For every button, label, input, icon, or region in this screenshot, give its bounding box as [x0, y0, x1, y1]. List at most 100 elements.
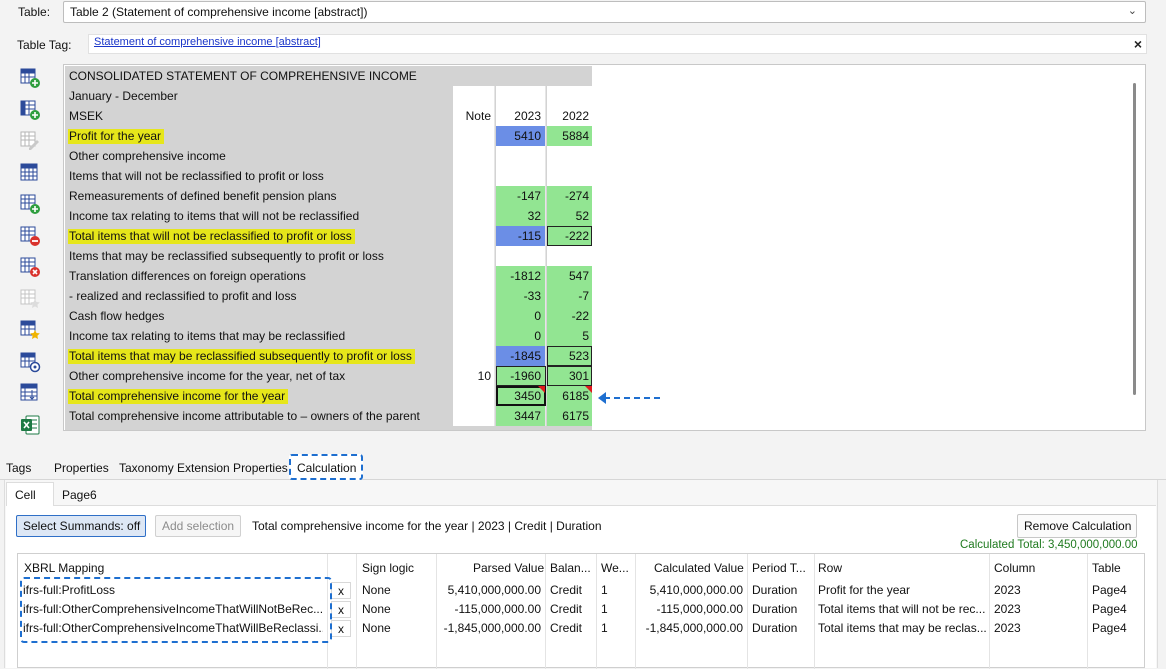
grid-cell-y2023[interactable] — [496, 246, 546, 266]
grid-cell-y2023[interactable]: -33 — [496, 286, 546, 306]
grid-cell-y2022[interactable]: -274 — [547, 186, 592, 206]
select-summands-button[interactable]: Select Summands: off — [16, 515, 146, 537]
column-header-column[interactable]: Column — [994, 561, 1035, 575]
grid-cell-y2022[interactable] — [547, 166, 592, 186]
grid-row-label[interactable]: Income tax relating to items that will n… — [69, 209, 359, 223]
remove-calculation-button[interactable]: Remove Calculation — [1017, 514, 1137, 538]
grid-cell-y2023[interactable]: 0 — [496, 326, 546, 346]
vertical-scrollbar[interactable] — [1133, 83, 1136, 395]
table-insert-icon[interactable] — [18, 192, 42, 216]
grid-cell-y2022[interactable] — [547, 146, 592, 166]
column-header-sign-logic[interactable]: Sign logic — [362, 561, 414, 575]
column-header-period-type[interactable]: Period T... — [752, 561, 806, 575]
tab-calculation[interactable]: Calculation — [289, 454, 363, 480]
grid-cell-y2023[interactable]: -1845 — [496, 346, 546, 366]
grid-row-label[interactable]: Other comprehensive income — [69, 149, 226, 163]
grid-row-label[interactable]: Items that will not be reclassified to p… — [69, 169, 324, 183]
grid-row-label[interactable]: Total items that will not be reclassifie… — [68, 229, 355, 244]
grid-cell-y2023[interactable]: 0 — [496, 306, 546, 326]
grid-cell-y2023[interactable]: -1960 — [496, 366, 546, 386]
grid-cell-y2023[interactable]: 3447 — [496, 406, 546, 426]
column-header-table[interactable]: Table — [1092, 561, 1121, 575]
table-sort-icon[interactable] — [18, 381, 42, 405]
grid-cell-y2022[interactable] — [547, 246, 592, 266]
grid-row-label[interactable]: Total items that may be reclassified sub… — [68, 349, 415, 364]
grid-row-label[interactable]: Income tax relating to items that may be… — [69, 329, 345, 343]
column-header-row[interactable]: Row — [818, 561, 842, 575]
remove-mapping-button[interactable]: x — [331, 601, 351, 618]
grid-row-label[interactable]: Remeasurements of defined benefit pensio… — [69, 189, 337, 203]
grid-cell-note[interactable] — [453, 146, 495, 166]
grid-cell-note[interactable] — [453, 126, 495, 146]
grid-cell-note[interactable] — [453, 186, 495, 206]
column-header-parsed-value[interactable]: Parsed Value — [473, 561, 544, 575]
column-header-calculated-value[interactable]: Calculated Value — [654, 561, 744, 575]
subtab-cell[interactable]: Cell — [6, 482, 54, 506]
grid-cell-y2022[interactable]: -22 — [547, 306, 592, 326]
grid-cell-note[interactable] — [453, 326, 495, 346]
remove-mapping-button[interactable]: x — [331, 582, 351, 599]
grid-cell-y2023[interactable]: -1812 — [496, 266, 546, 286]
table-settings-icon[interactable] — [18, 350, 42, 374]
grid-cell-y2022[interactable]: 5884 — [547, 126, 592, 146]
grid-row-label[interactable]: Total comprehensive income attributable … — [69, 409, 420, 423]
grid-cell-y2023[interactable]: 5410 — [496, 126, 546, 146]
grid-cell-y2023[interactable] — [496, 86, 546, 106]
grid-cell-y2022[interactable]: 2022 — [547, 106, 592, 126]
grid-cell-y2023[interactable]: 32 — [496, 206, 546, 226]
grid-cell-y2023[interactable]: 2023 — [496, 106, 546, 126]
grid-cell-y2023[interactable] — [496, 166, 546, 186]
grid-cell-note[interactable] — [453, 226, 495, 246]
subtab-page6[interactable]: Page6 — [62, 488, 97, 502]
table-add-column-icon[interactable] — [18, 98, 42, 122]
grid-cell-note[interactable] — [453, 346, 495, 366]
grid-cell-y2022[interactable]: 547 — [547, 266, 592, 286]
grid-cell-y2022[interactable]: -7 — [547, 286, 592, 306]
grid-cell-y2023[interactable]: -115 — [496, 226, 546, 246]
table-add-row-icon[interactable] — [18, 66, 42, 90]
grid-cell-note[interactable] — [453, 86, 495, 106]
table-grid-icon[interactable] — [18, 161, 42, 185]
table-tag-link[interactable]: Statement of comprehensive income [abstr… — [94, 36, 321, 48]
grid-row-label[interactable]: Translation differences on foreign opera… — [69, 269, 306, 283]
grid-cell-note[interactable] — [453, 246, 495, 266]
grid-cell-y2022[interactable]: 6185 — [547, 386, 592, 406]
excel-icon[interactable] — [18, 413, 42, 437]
tab-tags[interactable]: Tags — [6, 461, 31, 475]
grid-cell-note[interactable] — [453, 306, 495, 326]
grid-row-label[interactable]: Profit for the year — [68, 129, 165, 144]
column-header-balance[interactable]: Balan... — [550, 561, 591, 575]
grid-cell-y2022[interactable]: 52 — [547, 206, 592, 226]
grid-cell-y2023[interactable]: -147 — [496, 186, 546, 206]
table-star-icon[interactable] — [18, 318, 42, 342]
remove-mapping-button[interactable]: x — [331, 620, 351, 637]
grid-cell-note[interactable] — [453, 386, 495, 406]
table-delete-icon[interactable] — [18, 255, 42, 279]
grid-cell-note[interactable] — [453, 166, 495, 186]
close-icon[interactable]: × — [1134, 36, 1142, 52]
grid-cell-note[interactable] — [453, 286, 495, 306]
column-header-weight[interactable]: We... — [601, 561, 629, 575]
table-select[interactable]: Table 2 (Statement of comprehensive inco… — [63, 1, 1146, 23]
grid-row-label[interactable]: CONSOLIDATED STATEMENT OF COMPREHENSIVE … — [69, 69, 417, 83]
grid-cell-note[interactable] — [453, 406, 495, 426]
tab-taxonomy-extension-properties[interactable]: Taxonomy Extension Properties — [119, 461, 288, 475]
table-remove-icon[interactable] — [18, 224, 42, 248]
grid-cell-note[interactable] — [453, 206, 495, 226]
grid-cell-note[interactable] — [453, 266, 495, 286]
grid-cell-y2023[interactable] — [496, 146, 546, 166]
grid-cell-y2022[interactable]: 5 — [547, 326, 592, 346]
grid-cell-note[interactable]: 10 — [453, 366, 495, 386]
grid-row-label[interactable]: Total comprehensive income for the year — [68, 389, 289, 404]
grid-row-label[interactable]: Other comprehensive income for the year,… — [69, 369, 345, 383]
grid-cell-y2023[interactable]: 3450 — [496, 386, 546, 406]
grid-cell-note[interactable]: Note — [453, 106, 495, 126]
grid-row-label[interactable]: January - December — [69, 89, 178, 103]
grid-row-label[interactable]: Items that may be reclassified subsequen… — [69, 249, 384, 263]
grid-cell-y2022[interactable] — [547, 86, 592, 106]
grid-row-label[interactable]: MSEK — [69, 109, 103, 123]
tab-properties[interactable]: Properties — [54, 461, 109, 475]
grid-cell-y2022[interactable]: 301 — [547, 366, 592, 386]
column-header-xbrl-mapping[interactable]: XBRL Mapping — [24, 561, 104, 575]
grid-cell-y2022[interactable]: 523 — [547, 346, 592, 366]
